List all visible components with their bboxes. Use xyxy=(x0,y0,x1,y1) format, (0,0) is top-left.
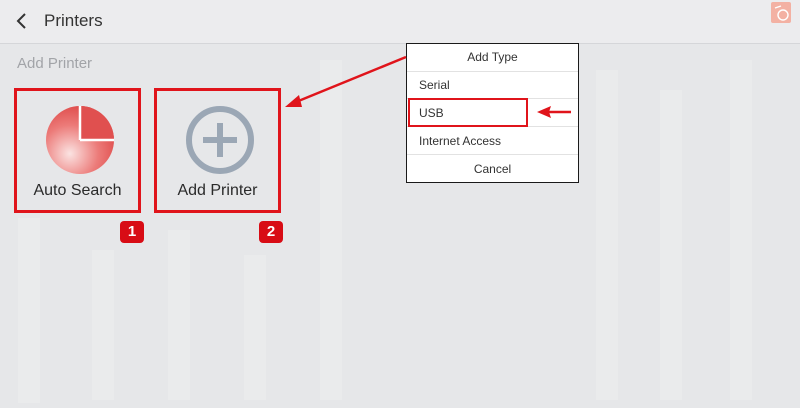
background-stripe xyxy=(730,60,752,400)
auto-search-tile[interactable]: Auto Search xyxy=(14,88,141,213)
add-printer-label: Add Printer xyxy=(177,182,258,199)
plus-circle-icon xyxy=(186,106,254,174)
background-stripe xyxy=(244,255,266,400)
app-header: Printers xyxy=(0,0,800,44)
background-stripe xyxy=(320,60,342,400)
option-serial[interactable]: Serial xyxy=(407,71,578,99)
background-stripe xyxy=(168,230,190,400)
page-title: Printers xyxy=(44,11,103,30)
step-badge-1: 1 xyxy=(120,221,144,243)
arrow-to-add-printer xyxy=(285,55,407,107)
add-type-dialog: Add Type Serial USB Internet Access Canc… xyxy=(406,43,579,183)
dialog-title: Add Type xyxy=(407,44,578,72)
section-label: Add Printer xyxy=(17,55,93,72)
option-usb[interactable]: USB xyxy=(407,99,578,127)
step-badge-2: 2 xyxy=(259,221,283,243)
background-stripe xyxy=(92,250,114,400)
background-stripe xyxy=(660,90,682,400)
add-printer-tile[interactable]: Add Printer xyxy=(154,88,281,213)
background-stripe xyxy=(596,70,618,400)
background-stripe xyxy=(18,218,40,403)
option-internet-access[interactable]: Internet Access xyxy=(407,127,578,155)
cancel-button[interactable]: Cancel xyxy=(407,156,578,183)
chevron-left-icon[interactable] xyxy=(12,11,32,31)
radar-search-icon xyxy=(46,106,114,174)
auto-search-label: Auto Search xyxy=(33,182,122,199)
app-logo-icon xyxy=(771,2,791,23)
